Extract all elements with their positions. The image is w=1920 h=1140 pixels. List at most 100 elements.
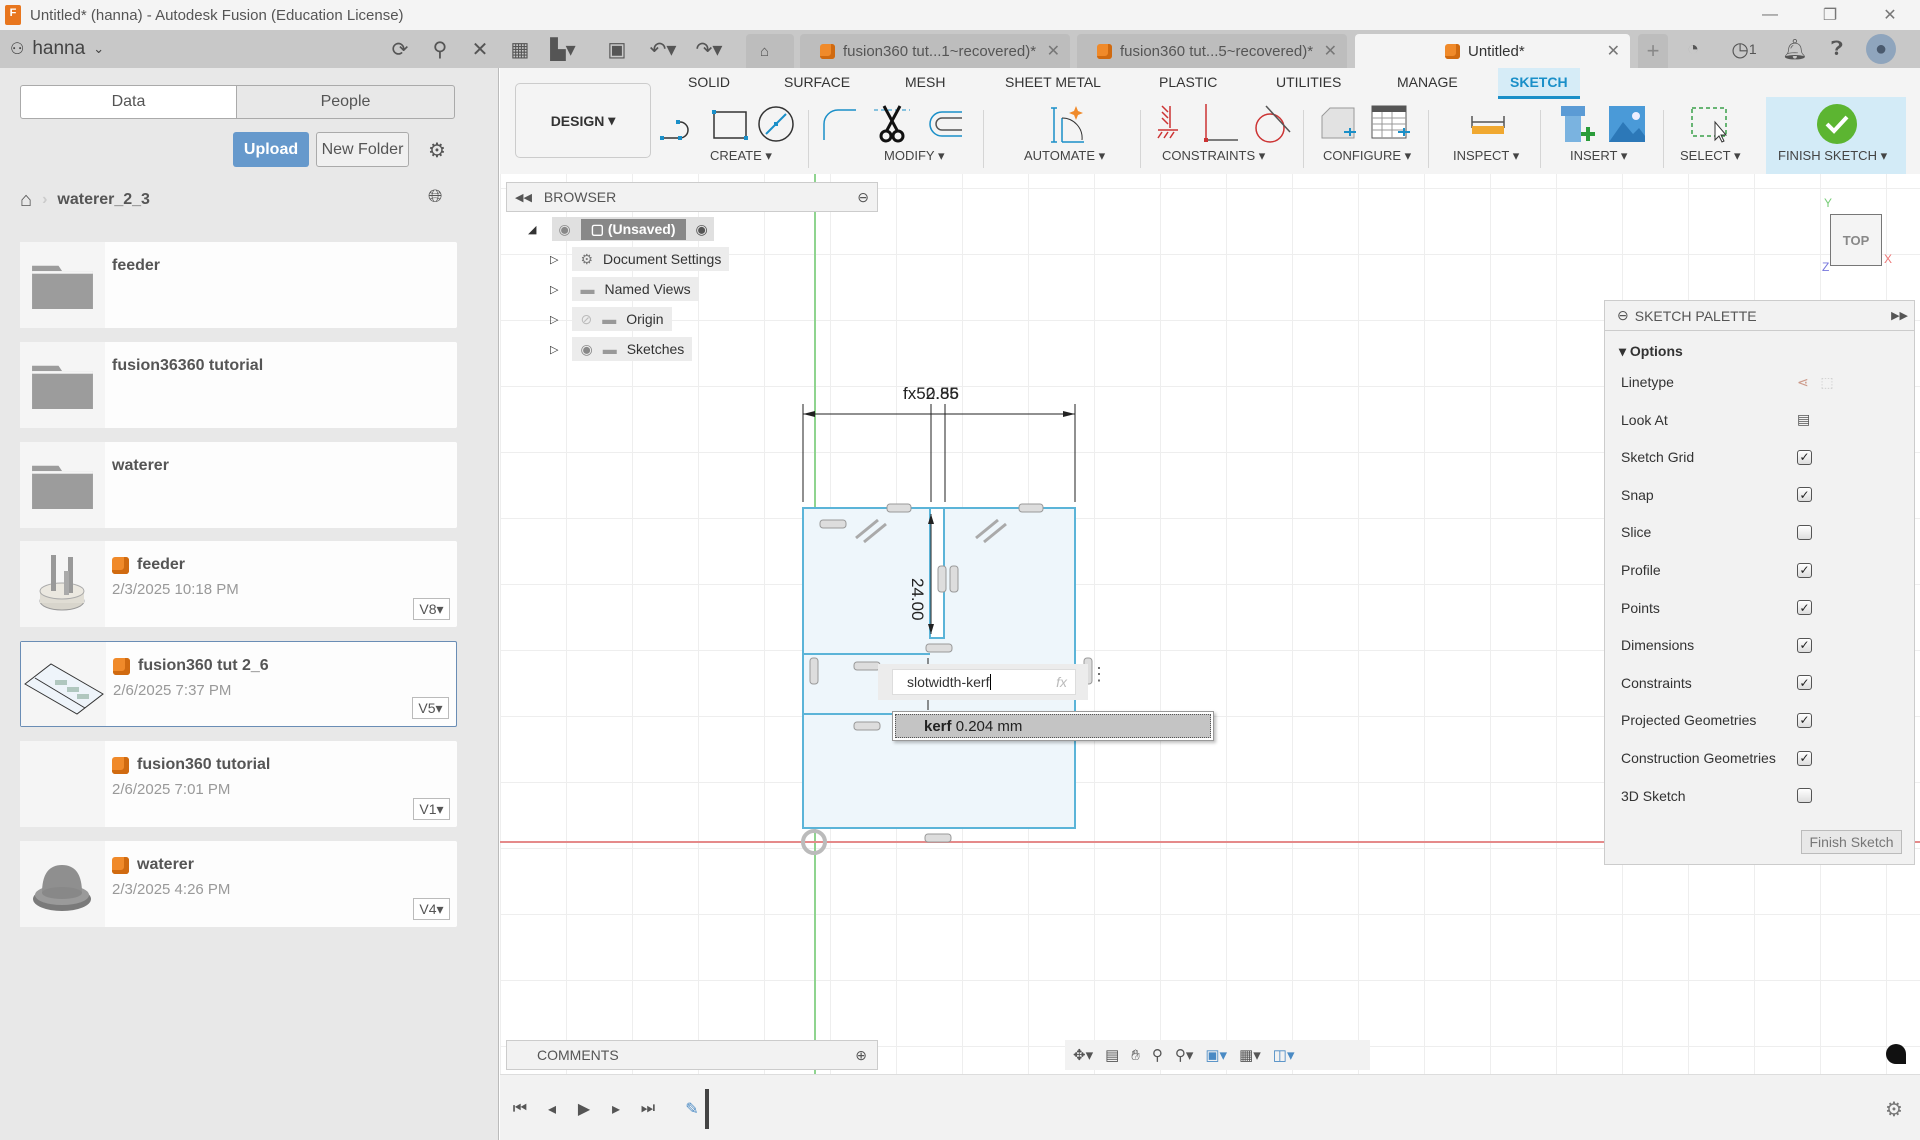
workspace-switcher[interactable]: DESIGN ▾ xyxy=(515,83,651,158)
option-checkbox[interactable]: ✓ xyxy=(1797,637,1812,653)
folder-item[interactable]: fusion36360 tutorial xyxy=(20,342,457,428)
close-panel-icon[interactable]: ✕ xyxy=(467,36,493,62)
window-select-icon[interactable] xyxy=(1688,102,1728,146)
option-checkbox[interactable]: ✓ xyxy=(1797,487,1812,503)
create-menu[interactable]: CREATE ▾ xyxy=(710,148,772,164)
sketch-text-feedback-icon[interactable] xyxy=(1886,1044,1906,1064)
tab-solid[interactable]: SOLID xyxy=(688,74,730,90)
document-tab[interactable]: fusion360 tut...5~recovered)* ✕ xyxy=(1077,34,1347,68)
viewcube[interactable]: TOP xyxy=(1830,214,1882,266)
eye-icon[interactable]: ◉ xyxy=(580,341,592,358)
expand-triangle-icon[interactable]: ▷ xyxy=(550,253,558,266)
save-icon[interactable]: ▣ xyxy=(604,36,630,62)
extensions-icon[interactable]: ◔ xyxy=(1680,36,1706,62)
insert-mcmaster-bolt-icon[interactable] xyxy=(1555,102,1595,146)
option-checkbox[interactable]: ✓ xyxy=(1797,562,1812,578)
restore-button[interactable]: ❐ xyxy=(1800,0,1860,30)
version-dropdown[interactable]: V1 ▾ xyxy=(413,798,450,820)
close-tab-icon[interactable]: ✕ xyxy=(1324,41,1337,61)
minimize-panel-icon[interactable]: ⊖ xyxy=(857,189,869,206)
redo-icon[interactable]: ↷▾ xyxy=(696,36,723,62)
timeline-settings-gear-icon[interactable]: ⚙ xyxy=(1885,1097,1903,1122)
folder-item[interactable]: feeder xyxy=(20,242,457,328)
option-checkbox[interactable]: ✓ xyxy=(1797,750,1812,766)
help-icon[interactable]: ❓︎ xyxy=(1824,36,1850,62)
new-folder-button[interactable]: New Folder xyxy=(316,132,409,167)
tab-plastic[interactable]: PLASTIC xyxy=(1159,74,1217,90)
home-tab[interactable]: ⌂ xyxy=(746,34,794,68)
tab-manage[interactable]: MANAGE xyxy=(1397,74,1458,90)
close-tab-icon[interactable]: ✕ xyxy=(1047,41,1060,61)
tab-mesh[interactable]: MESH xyxy=(905,74,945,90)
home-icon[interactable]: ⌂ xyxy=(20,189,32,212)
fit-window-icon[interactable]: ⚲▾ xyxy=(1175,1046,1194,1064)
measure-ruler-icon[interactable] xyxy=(1468,102,1508,146)
option-checkbox[interactable] xyxy=(1797,788,1812,804)
undo-icon[interactable]: ↶▾ xyxy=(650,36,677,62)
configure-part-icon[interactable] xyxy=(1318,102,1358,146)
activate-radio-icon[interactable]: ◉ xyxy=(696,221,708,238)
pan-hand-icon[interactable]: ✋︎ xyxy=(1131,1047,1140,1064)
step-back-icon[interactable]: ◂ xyxy=(542,1099,562,1119)
browser-root[interactable]: ◢ ◉ ▢ (Unsaved) ◉ xyxy=(528,217,714,241)
notifications-bell-icon[interactable]: 🔔︎ xyxy=(1782,36,1808,62)
timeline-marker[interactable] xyxy=(705,1089,709,1129)
document-tab-active[interactable]: Untitled* ✕ xyxy=(1355,34,1630,68)
option-checkbox[interactable]: ✓ xyxy=(1797,449,1812,465)
browser-item[interactable]: ▷ ▬ Named Views xyxy=(550,277,699,301)
tab-sketch[interactable]: SKETCH xyxy=(1498,68,1580,99)
step-forward-icon[interactable]: ▸ xyxy=(606,1099,626,1119)
insert-menu[interactable]: INSERT ▾ xyxy=(1570,148,1627,164)
insert-canvas-image-icon[interactable] xyxy=(1607,102,1647,146)
add-comment-icon[interactable]: ⊕ xyxy=(855,1047,867,1064)
refresh-icon[interactable]: ⟳ xyxy=(387,36,413,62)
file-item[interactable]: fusion360 tutorial 2/6/2025 7:01 PM V1 ▾ xyxy=(20,741,457,827)
file-menu-icon[interactable]: ▙▾ xyxy=(550,36,576,62)
fillet-tool-icon[interactable] xyxy=(820,102,860,146)
tab-sheet-metal[interactable]: SHEET METAL xyxy=(1005,74,1101,90)
offset-tool-icon[interactable] xyxy=(924,102,964,146)
tangent-constraint-icon[interactable] xyxy=(1252,102,1292,146)
expand-triangle-icon[interactable]: ▷ xyxy=(550,313,558,326)
document-tab[interactable]: fusion360 tut...1~recovered)* ✕ xyxy=(800,34,1070,68)
new-tab-button[interactable]: + xyxy=(1638,34,1668,68)
option-checkbox[interactable] xyxy=(1797,524,1812,540)
team-switcher[interactable]: ⚇ hanna ⌄ xyxy=(10,30,104,68)
minimize-button[interactable]: — xyxy=(1740,0,1800,30)
construction-linetype-icon[interactable]: ⋖ xyxy=(1797,374,1809,390)
close-tab-icon[interactable]: ✕ xyxy=(1607,41,1620,61)
close-window-button[interactable]: ✕ xyxy=(1860,0,1920,30)
expand-triangle-icon[interactable]: ▷ xyxy=(550,343,558,356)
look-at-icon[interactable]: ▤ xyxy=(1797,411,1810,427)
finish-sketch-menu[interactable]: FINISH SKETCH ▾ xyxy=(1778,148,1887,164)
orbit-icon[interactable]: ✥▾ xyxy=(1073,1046,1093,1064)
expand-palette-icon[interactable]: ▶▶ xyxy=(1891,309,1908,322)
options-section-header[interactable]: ▾ Options xyxy=(1619,343,1683,360)
tab-data[interactable]: Data xyxy=(20,85,237,119)
dimension-expression-input[interactable]: slotwidth-kerf fx xyxy=(892,669,1076,695)
grid-settings-icon[interactable]: ▦▾ xyxy=(1239,1046,1261,1064)
automate-dimension-icon[interactable] xyxy=(1048,102,1088,146)
file-item[interactable]: waterer 2/3/2025 4:26 PM V4 ▾ xyxy=(20,841,457,927)
look-at-icon[interactable]: ▤ xyxy=(1105,1046,1119,1064)
apps-grid-icon[interactable]: ▦ xyxy=(507,36,533,62)
version-dropdown[interactable]: V8 ▾ xyxy=(413,598,450,620)
centerline-linetype-icon[interactable]: ⬚ xyxy=(1820,374,1833,390)
globe-view-icon[interactable]: 🌐︎ xyxy=(428,186,442,207)
dimension-value-slot[interactable]: 0.56 xyxy=(926,384,959,404)
autocomplete-option[interactable]: kerf 0.204 mm xyxy=(895,714,1211,738)
trim-scissors-icon[interactable] xyxy=(872,102,912,146)
tab-utilities[interactable]: UTILITIES xyxy=(1276,74,1341,90)
horizontal-vertical-constraint-icon[interactable] xyxy=(1152,102,1192,146)
go-to-start-icon[interactable]: ⏮ xyxy=(510,1099,530,1119)
browser-item[interactable]: ▷ ⚙ Document Settings xyxy=(550,247,730,271)
automate-menu[interactable]: AUTOMATE ▾ xyxy=(1024,148,1105,164)
configuration-table-icon[interactable] xyxy=(1370,102,1410,146)
circle-tool-icon[interactable] xyxy=(756,102,796,146)
collapse-browser-icon[interactable]: ◀◀ xyxy=(515,191,532,204)
viewports-icon[interactable]: ◫▾ xyxy=(1273,1046,1295,1064)
user-avatar[interactable]: ● xyxy=(1866,34,1896,64)
line-tool-icon[interactable] xyxy=(658,102,698,146)
zoom-icon[interactable]: ⚲ xyxy=(1152,1046,1163,1064)
sketch-timeline-feature-icon[interactable]: ✎ xyxy=(682,1099,702,1119)
